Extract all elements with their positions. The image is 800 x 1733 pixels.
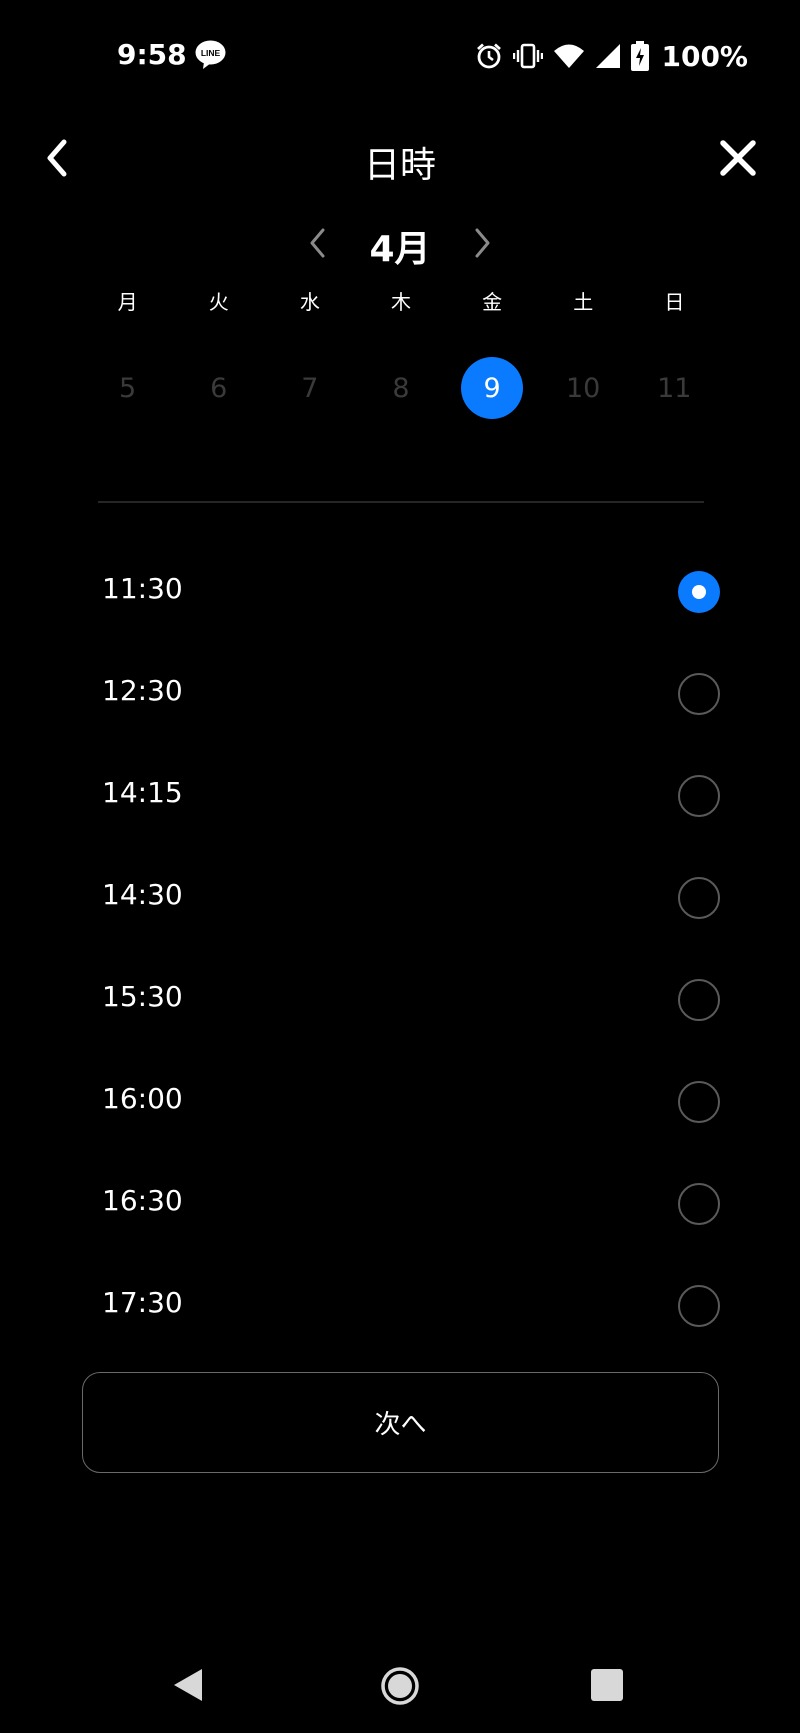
month-label: 4月 xyxy=(369,229,431,270)
time-slot-row[interactable]: 14:15 xyxy=(0,744,800,846)
page-title: 日時 xyxy=(363,145,436,186)
svg-text:LINE: LINE xyxy=(201,48,221,58)
radio-button[interactable] xyxy=(678,673,720,715)
time-slot-label: 17:30 xyxy=(102,1286,183,1319)
time-slot-label: 11:30 xyxy=(102,572,183,605)
battery-percentage: 100% xyxy=(661,39,748,73)
next-button[interactable]: 次へ xyxy=(82,1372,719,1473)
time-slot-label: 14:15 xyxy=(102,776,183,809)
time-slot-row[interactable]: 15:30 xyxy=(0,948,800,1050)
nav-recents-icon[interactable] xyxy=(591,1669,623,1701)
weekday-header: 月 火 水 木 金 土 日 xyxy=(82,286,720,316)
radio-button[interactable] xyxy=(678,1183,720,1225)
date-number: 5 xyxy=(118,372,137,404)
radio-button[interactable] xyxy=(678,1285,720,1327)
date-number: 9 xyxy=(461,357,524,419)
time-slot-row[interactable]: 14:30 xyxy=(0,846,800,948)
radio-button[interactable] xyxy=(678,877,720,919)
radio-button[interactable] xyxy=(678,1081,720,1123)
next-button-label: 次へ xyxy=(374,1410,427,1440)
status-bar: 9:58 LINE 100% xyxy=(0,0,800,110)
weekday-mon: 月 xyxy=(117,290,138,314)
time-slot-row[interactable]: 16:00 xyxy=(0,1050,800,1152)
date-number: 11 xyxy=(657,372,692,404)
nav-back-icon[interactable] xyxy=(172,1667,204,1703)
time-slot-row[interactable]: 16:30 xyxy=(0,1152,800,1254)
date-number: 10 xyxy=(566,372,601,404)
nav-home-icon[interactable] xyxy=(380,1666,420,1706)
time-slot-label: 14:30 xyxy=(102,878,183,911)
radio-button-selected[interactable] xyxy=(678,571,720,613)
date-cell-disabled: 10 xyxy=(538,357,629,419)
time-slot-list: 11:30 12:30 14:15 14:30 15:30 16:00 16:3… xyxy=(0,540,800,1356)
weekday-fri: 金 xyxy=(482,290,503,314)
date-cell-disabled: 5 xyxy=(82,357,173,419)
weekday-sun: 日 xyxy=(664,290,685,314)
time-slot-label: 12:30 xyxy=(102,674,183,707)
close-button[interactable] xyxy=(718,138,758,178)
date-cell-disabled: 8 xyxy=(355,357,446,419)
time-slot-row[interactable]: 11:30 xyxy=(0,540,800,642)
alarm-icon xyxy=(477,43,502,69)
system-nav-bar xyxy=(0,1640,800,1730)
line-app-icon: LINE xyxy=(195,40,226,69)
time-slot-label: 16:30 xyxy=(102,1184,183,1217)
status-icons: 100% xyxy=(475,36,748,76)
date-number: 6 xyxy=(210,372,228,404)
wifi-icon xyxy=(554,44,585,68)
time-slot-row[interactable]: 17:30 xyxy=(0,1254,800,1356)
status-time: 9:58 xyxy=(117,38,187,71)
month-navigation: 4月 xyxy=(0,218,800,270)
battery-charging-icon xyxy=(631,41,650,71)
date-cell-disabled: 7 xyxy=(264,357,355,419)
time-slot-label: 15:30 xyxy=(102,980,183,1013)
signal-icon xyxy=(596,44,621,68)
radio-button[interactable] xyxy=(678,979,720,1021)
time-slot-label: 16:00 xyxy=(102,1082,183,1115)
divider xyxy=(98,501,704,503)
date-cell-disabled: 11 xyxy=(629,357,720,419)
date-row: 5 6 7 8 9 10 11 xyxy=(82,357,720,419)
vibrate-icon xyxy=(513,43,544,69)
date-cell-selected[interactable]: 9 xyxy=(447,357,538,419)
header: 日時 xyxy=(0,130,800,190)
radio-button[interactable] xyxy=(678,775,720,817)
weekday-tue: 火 xyxy=(208,290,229,314)
next-month-button[interactable] xyxy=(469,226,495,260)
date-number: 8 xyxy=(392,372,410,404)
weekday-sat: 土 xyxy=(573,290,594,314)
weekday-thu: 木 xyxy=(390,290,411,314)
weekday-wed: 水 xyxy=(299,290,320,314)
date-cell-disabled: 6 xyxy=(173,357,264,419)
screen: 9:58 LINE 100% 日時 4月 月 火 水 木 金 土 日 5 6 7… xyxy=(0,0,800,1733)
time-slot-row[interactable]: 12:30 xyxy=(0,642,800,744)
date-number: 7 xyxy=(301,372,319,404)
